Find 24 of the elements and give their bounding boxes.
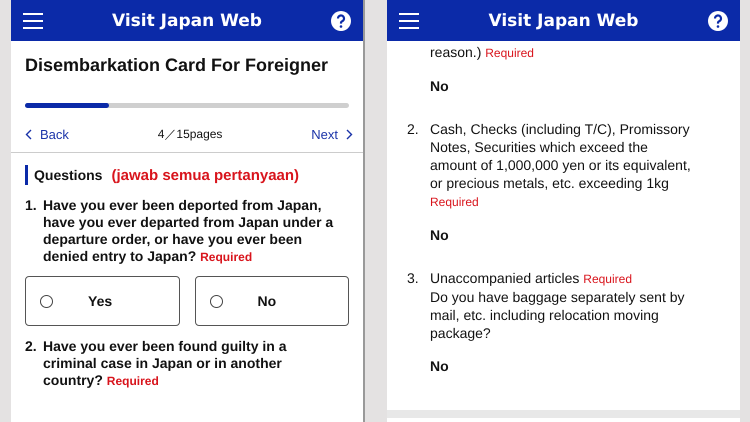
- answer-option[interactable]: No: [194, 276, 349, 326]
- answer-value: No: [429, 77, 450, 96]
- menu-icon[interactable]: [23, 12, 43, 28]
- menu-icon[interactable]: [399, 12, 419, 28]
- help-icon[interactable]: [708, 10, 728, 30]
- question-text: 2. Have you ever been found guilty in a criminal case in Japan or in another country? Required: [25, 338, 288, 390]
- question-text: 3. Unaccompanied articles Required Do you have baggage separately sent by mail, etc. including relocation moving package?: [407, 269, 686, 342]
- help-icon[interactable]: [330, 10, 351, 30]
- page-title: Disembarkation Card For Foreigner: [24, 54, 330, 77]
- next-link[interactable]: Next: [311, 126, 353, 142]
- question-text: 1. Have you ever been deported from Japan, have you ever departed from Japan under a departure order, or have you ever been denied entry to Japan? Required: [25, 197, 334, 266]
- chevron-right-icon: [346, 128, 353, 140]
- app-title: Visit Japan Web: [112, 10, 262, 30]
- answer-option[interactable]: Yes: [25, 276, 180, 326]
- back-link[interactable]: Back: [25, 126, 69, 142]
- page-counter: 4／15pages: [158, 126, 222, 142]
- answer-value: No: [429, 226, 450, 245]
- answer-value: No: [429, 357, 450, 376]
- chevron-left-icon: [25, 128, 32, 140]
- section-heading: Questions: [34, 167, 102, 183]
- question-text: 2. Cash, Checks (including T/C), Promissory Notes, Securities which exceed the amount of 1,000,000 yen or its equivalent, or precious metals, etc. exceeding 1kg Required: [407, 120, 692, 211]
- app-title: Visit Japan Web: [488, 10, 638, 30]
- section-note: (jawab semua pertanyaan): [111, 166, 300, 184]
- question-text: reason.) Required: [429, 43, 535, 62]
